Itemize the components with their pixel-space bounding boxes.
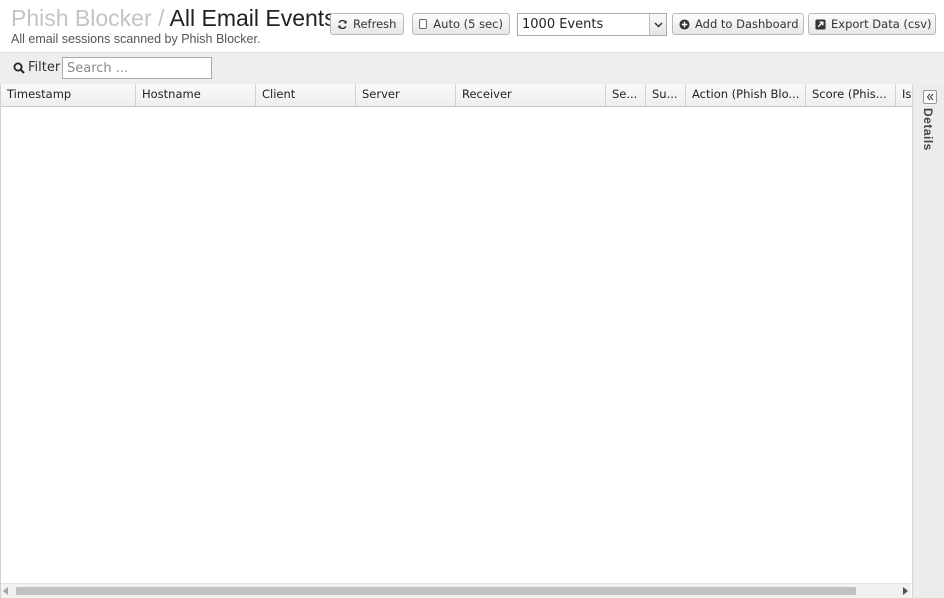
search-input[interactable]: [62, 57, 212, 79]
scrollbar-thumb[interactable]: [16, 587, 856, 595]
search-icon: [13, 62, 25, 74]
export-icon: [815, 18, 826, 30]
details-panel: Details: [912, 84, 944, 598]
filter-bar: Filter: [0, 52, 944, 85]
chevron-down-icon[interactable]: [649, 14, 666, 35]
column-header-client[interactable]: Client: [256, 84, 356, 106]
page-header: Phish Blocker / All Email Events All ema…: [0, 0, 944, 52]
event-limit-value: 1000 Events: [522, 17, 604, 32]
add-to-dashboard-label: Add to Dashboard: [695, 17, 799, 31]
app-name[interactable]: Phish Blocker: [11, 5, 152, 31]
plus-circle-icon: [679, 18, 690, 30]
grid-body: [1, 107, 912, 582]
page-title: Phish Blocker / All Email Events: [11, 4, 336, 32]
filter-label-text: Filter: [28, 60, 61, 75]
page-subtitle: All email sessions scanned by Phish Bloc…: [11, 32, 261, 46]
refresh-icon: [338, 19, 347, 29]
event-limit-select[interactable]: 1000 Events: [517, 13, 667, 36]
grid-header: Timestamp Hostname Client Server Receive…: [1, 84, 912, 107]
auto-refresh-label: Auto (5 sec): [433, 17, 503, 31]
checkbox-icon[interactable]: [419, 19, 428, 29]
column-header-timestamp[interactable]: Timestamp: [1, 84, 136, 106]
column-header-receiver[interactable]: Receiver: [456, 84, 606, 106]
filter-label: Filter: [13, 60, 60, 75]
events-grid: Timestamp Hostname Client Server Receive…: [0, 84, 912, 598]
column-header-server[interactable]: Server: [356, 84, 456, 106]
horizontal-scrollbar[interactable]: [1, 583, 911, 598]
export-data-button[interactable]: Export Data (csv): [808, 13, 936, 35]
auto-refresh-toggle[interactable]: Auto (5 sec): [412, 13, 510, 35]
scroll-right-icon[interactable]: [903, 587, 908, 595]
title-separator: /: [158, 5, 165, 31]
double-chevron-left-icon[interactable]: [923, 90, 937, 104]
page-title-text: All Email Events: [169, 5, 336, 31]
column-header-hostname[interactable]: Hostname: [136, 84, 256, 106]
add-to-dashboard-button[interactable]: Add to Dashboard: [672, 13, 804, 35]
column-header-action[interactable]: Action (Phish Blo...: [686, 84, 806, 106]
column-header-subject[interactable]: Su...: [646, 84, 686, 106]
column-header-score[interactable]: Score (Phis...: [806, 84, 896, 106]
export-data-label: Export Data (csv): [831, 17, 932, 31]
scroll-left-icon[interactable]: [3, 587, 8, 595]
refresh-label: Refresh: [353, 17, 397, 31]
column-header-sender[interactable]: Se...: [606, 84, 646, 106]
details-label[interactable]: Details: [921, 108, 935, 151]
column-header-is[interactable]: Is: [896, 84, 912, 106]
refresh-button[interactable]: Refresh: [330, 13, 404, 35]
